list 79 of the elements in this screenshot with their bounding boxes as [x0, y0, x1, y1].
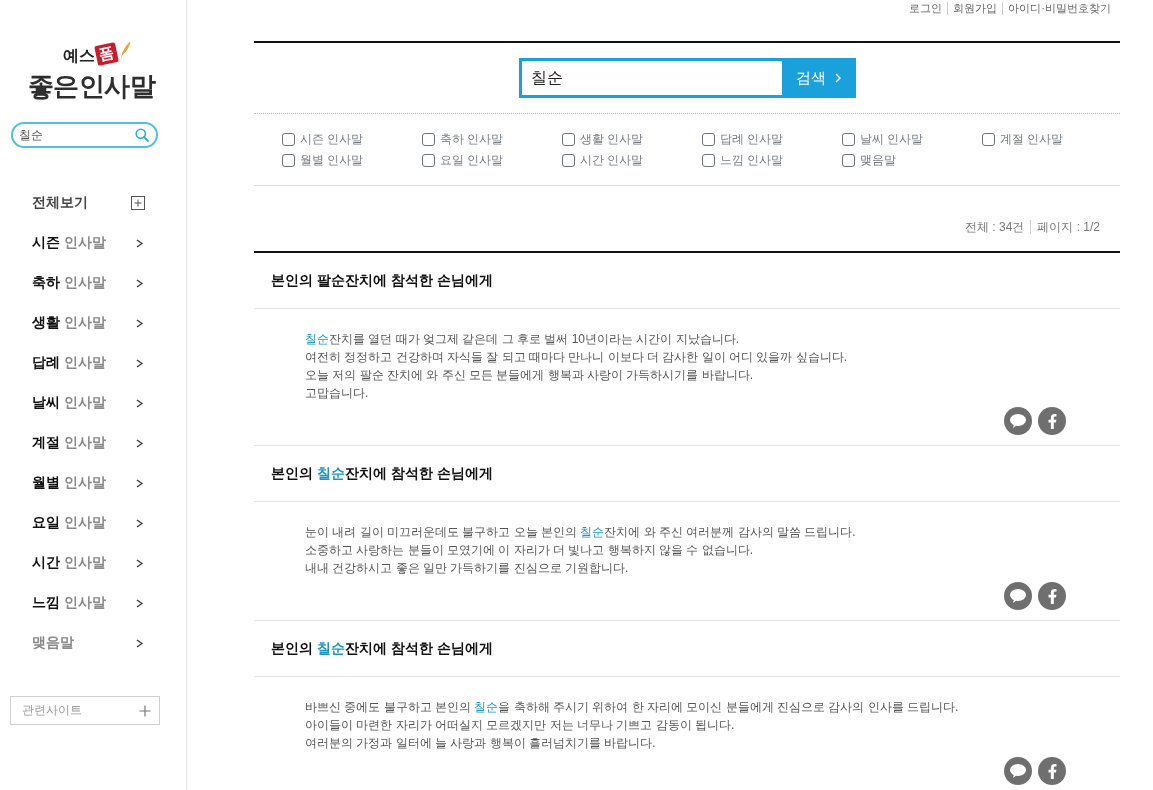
facebook-icon[interactable] — [1038, 757, 1066, 785]
chevron-right-icon — [136, 358, 143, 368]
checkbox[interactable] — [282, 133, 295, 146]
message-line: 내내 건강하시고 좋은 일만 가득하기를 진심으로 기원합니다. — [305, 560, 629, 577]
top-link[interactable]: 회원가입 — [947, 2, 1003, 15]
message-line: 눈이 내려 길이 미끄러운데도 불구하고 오늘 본인의 칠순잔치에 와 주신 여러분께 감사의 말씀 드립니다. — [305, 524, 856, 541]
chevron-right-icon — [136, 518, 143, 528]
menu-link[interactable]: 생활 인사말 — [32, 303, 145, 343]
result-title[interactable]: 본인의 칠순잔치에 참석한 손님에게 — [271, 464, 493, 483]
menu-link[interactable]: 시즌 인사말 — [32, 223, 145, 263]
chat-share-icon[interactable] — [1004, 582, 1032, 610]
message-line: 여전히 정정하고 건강하며 자식들 잘 되고 때마다 만나니 이보다 더 감사한 일이 어디 있을까 싶습니다. — [305, 349, 847, 366]
checkbox-label[interactable]: 답례 인사말 — [720, 131, 784, 148]
checkbox[interactable] — [982, 133, 995, 146]
menu-link[interactable]: 답례 인사말 — [32, 343, 145, 383]
chat-share-icon[interactable] — [1004, 407, 1032, 435]
message-line: 아이들이 마련한 자리가 어떠실지 모르겠지만 저는 너무나 기쁘고 감동이 됩니다. — [305, 717, 735, 734]
checkbox-label[interactable]: 시즌 인사말 — [300, 131, 364, 148]
chevron-right-icon — [136, 278, 143, 288]
menu-link[interactable]: 축하 인사말 — [32, 263, 145, 303]
chevron-right-icon — [136, 638, 143, 648]
facebook-icon[interactable] — [1038, 582, 1066, 610]
checkbox-label[interactable]: 요일 인사말 — [440, 152, 504, 169]
checkbox[interactable] — [702, 154, 715, 167]
chevron-right-icon — [136, 478, 143, 488]
menu-link[interactable]: 월별 인사말 — [32, 463, 145, 503]
menu-link[interactable]: 느낌 인사말 — [32, 583, 145, 623]
checkbox[interactable] — [702, 133, 715, 146]
checkbox-label[interactable]: 날씨 인사말 — [860, 131, 924, 148]
logo-title: 좋은인사말 — [27, 70, 156, 103]
menu-link[interactable]: 날씨 인사말 — [32, 383, 145, 423]
top-link[interactable]: 로그인 — [904, 2, 948, 15]
search-input[interactable]: 칠순 — [518, 58, 782, 98]
chevron-right-icon — [136, 438, 143, 448]
logo-brand-text: 예스 — [62, 46, 95, 66]
chevron-right-icon — [835, 73, 841, 83]
result-title[interactable]: 본인의 칠순잔치에 참석한 손님에게 — [271, 639, 493, 658]
message-line: 고맙습니다. — [305, 385, 369, 402]
checkbox[interactable] — [842, 154, 855, 167]
checkbox[interactable] — [422, 154, 435, 167]
result-title[interactable]: 본인의 팔순잔치에 참석한 손님에게 — [271, 271, 493, 290]
total-count: 전체 : 34건 — [964, 220, 1025, 234]
checkbox-label[interactable]: 느낌 인사말 — [720, 152, 784, 169]
message-line: 소중하고 사랑하는 분들이 모였기에 이 자리가 더 빛나고 행복하지 않을 수 없습니다. — [305, 542, 753, 559]
checkbox[interactable] — [282, 154, 295, 167]
chevron-right-icon — [136, 318, 143, 328]
chevron-right-icon — [136, 238, 143, 248]
message-line: 칠순잔치를 열던 때가 엊그제 같은데 그 후로 벌써 10년이라는 시간이 지났습니다. — [305, 331, 740, 348]
checkbox-label[interactable]: 축하 인사말 — [440, 131, 504, 148]
search-field[interactable]: 칠순 — [11, 122, 158, 148]
top-link[interactable]: 아이디·비밀번호찾기 — [1002, 2, 1116, 15]
chevron-right-icon — [136, 558, 143, 568]
checkbox[interactable] — [562, 154, 575, 167]
menu-link[interactable]: 요일 인사말 — [32, 503, 145, 543]
plus-square-icon — [131, 196, 145, 210]
chat-share-icon[interactable] — [1004, 757, 1032, 785]
checkbox-label[interactable]: 시간 인사말 — [580, 152, 644, 169]
checkbox[interactable] — [562, 133, 575, 146]
menu-link[interactable]: 전체보기 — [32, 183, 145, 223]
message-line: 바쁘신 중에도 불구하고 본인의 칠순을 축하해 주시기 위하여 한 자리에 모이신 분들에게 진심으로 감사의 인사를 드립니다. — [305, 699, 959, 716]
checkbox[interactable] — [422, 133, 435, 146]
checkbox-label[interactable]: 생활 인사말 — [580, 131, 644, 148]
message-line: 여러분의 가정과 일터에 늘 사랑과 행복이 흘러넘치기를 바랍니다. — [305, 735, 656, 752]
logo-badge: 폼 — [93, 42, 119, 66]
menu-link[interactable]: 맺음말 — [32, 623, 145, 663]
message-line: 오늘 저의 팔순 잔치에 와 주신 모든 분들에게 행복과 사랑이 가득하시기를 바랍니다. — [305, 367, 753, 384]
checkbox-label[interactable]: 계절 인사말 — [1000, 131, 1064, 148]
menu-link[interactable]: 시간 인사말 — [32, 543, 145, 583]
menu-link[interactable]: 계절 인사말 — [32, 423, 145, 463]
checkbox-label[interactable]: 월별 인사말 — [300, 152, 364, 169]
facebook-icon[interactable] — [1038, 407, 1066, 435]
search-icon[interactable] — [135, 128, 149, 142]
chevron-right-icon — [136, 598, 143, 608]
page-indicator: 페이지 : 1/2 — [1030, 220, 1100, 234]
quill-icon — [119, 41, 131, 61]
chevron-right-icon — [136, 398, 143, 408]
checkbox[interactable] — [842, 133, 855, 146]
checkbox-label[interactable]: 맺음말 — [860, 152, 896, 169]
plus-icon — [139, 704, 151, 717]
